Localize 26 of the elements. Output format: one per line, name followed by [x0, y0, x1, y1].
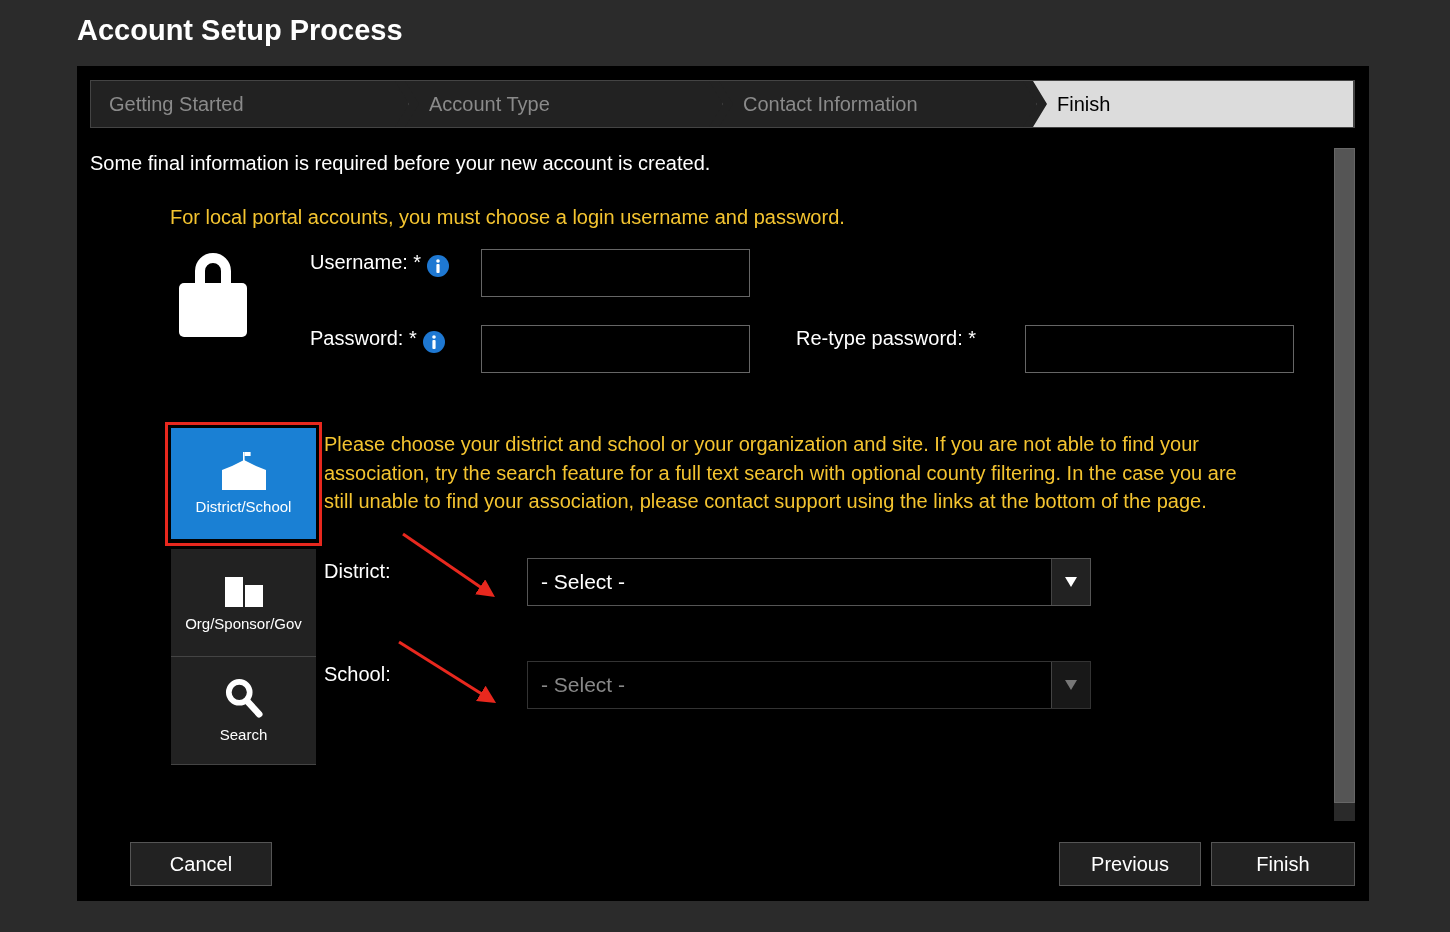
search-icon — [224, 678, 263, 718]
credentials-note: For local portal accounts, you must choose a login username and password. — [170, 206, 846, 229]
input-field[interactable] — [481, 249, 750, 297]
category-tab[interactable]: District/School — [171, 428, 316, 539]
page-title: Account Setup Process — [77, 13, 403, 47]
dropdown[interactable]: - Select - — [527, 557, 1091, 606]
input-field[interactable] — [1025, 325, 1294, 373]
field-label: Password: * — [310, 327, 417, 350]
info-icon[interactable] — [422, 331, 445, 353]
category-tab[interactable]: Org/Sponsor/Gov — [171, 549, 316, 657]
info-icon[interactable] — [427, 255, 450, 277]
field-label: School: — [324, 662, 392, 686]
field-label: Re-type password: * — [796, 327, 977, 350]
instructions-text: Please choose your district and school or your organization and site. If you are not able to find your association, try the search feature for a full text search with optional county filtering. In the case you are still unable to find your association, please contact support using the links at the bottom of the page. — [324, 432, 1238, 514]
category-tab[interactable]: Search — [171, 657, 316, 765]
field-label: District: — [324, 559, 392, 583]
input-field[interactable] — [481, 325, 750, 373]
caret-icon — [1065, 679, 1077, 690]
step-tab[interactable]: Finish — [1033, 81, 1354, 127]
finish-button[interactable]: Finish — [1211, 842, 1355, 886]
cancel-button[interactable]: Cancel — [130, 842, 272, 886]
field-label: Username: * — [310, 251, 422, 274]
caret-icon — [1065, 576, 1077, 587]
intro-text: Some final information is required before your new account is created. — [90, 152, 712, 175]
previous-button[interactable]: Previous — [1059, 842, 1201, 886]
school-icon — [221, 452, 266, 490]
